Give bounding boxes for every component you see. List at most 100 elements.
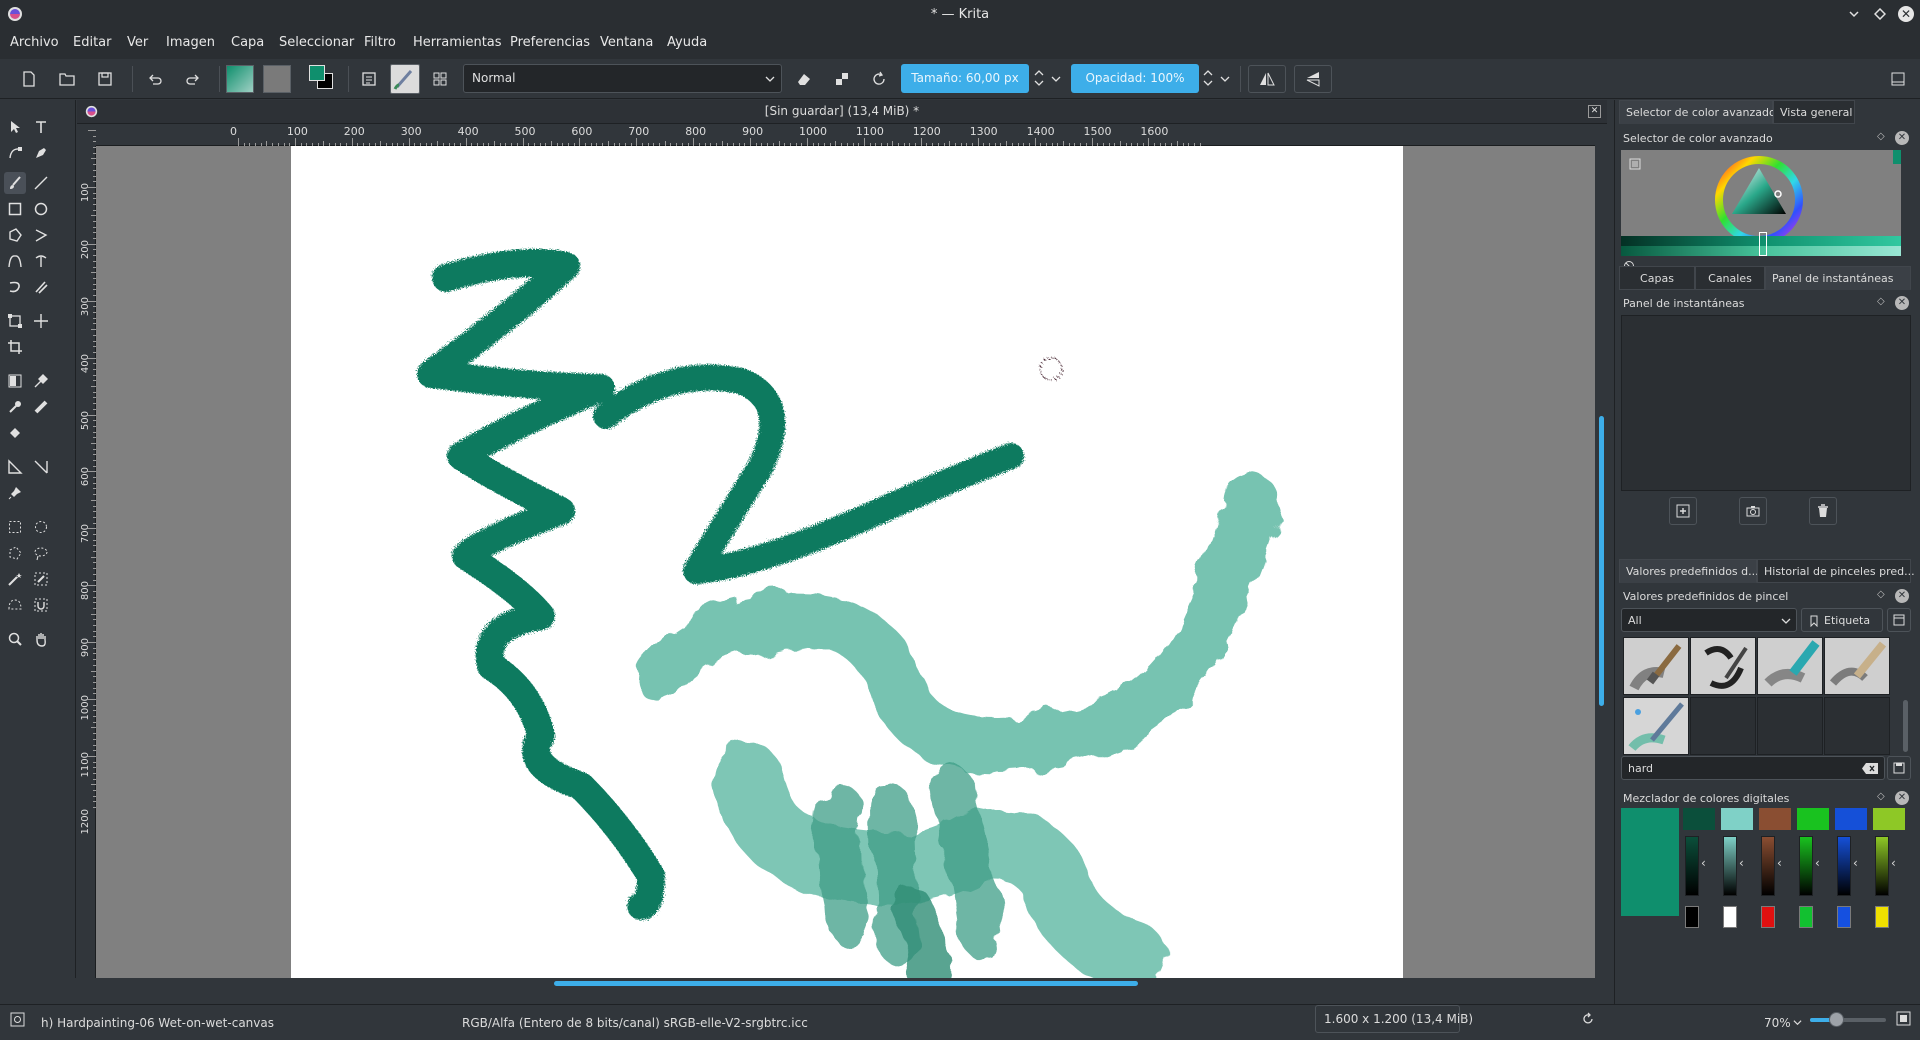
preset-thumbnail-charcoal[interactable] (1623, 637, 1689, 695)
fg-bg-color-button[interactable] (307, 63, 337, 93)
polygon-tool[interactable] (4, 224, 26, 246)
mixer-base-color[interactable] (1685, 906, 1699, 928)
pan-tool[interactable] (30, 628, 52, 650)
mixer-base-color[interactable] (1723, 906, 1737, 928)
minimize-icon[interactable] (1848, 8, 1860, 20)
menu-editar[interactable]: Editar (73, 35, 112, 50)
float-snapshot-icon[interactable]: ◇ (1877, 296, 1885, 307)
mixer-base-color[interactable] (1761, 906, 1775, 928)
mixer-chevron-left-icon[interactable]: ‹ (1853, 856, 1858, 870)
mixer-chevron-left-icon[interactable]: ‹ (1777, 856, 1782, 870)
tab-brush-history[interactable]: Historial de pinceles pred... (1757, 559, 1915, 583)
mixer-chevron-left-icon[interactable]: ‹ (1701, 856, 1706, 870)
float-presets-icon[interactable]: ◇ (1877, 589, 1885, 600)
tab-channels[interactable]: Canales (1695, 266, 1765, 290)
preset-search-field[interactable]: hard (1621, 756, 1885, 780)
select-shapes-tool[interactable] (4, 116, 26, 138)
reference-tool[interactable] (4, 482, 26, 504)
mixer-gradient-slider[interactable] (1761, 836, 1775, 896)
reload-preset-button[interactable] (865, 65, 893, 93)
multibrush-tool[interactable] (30, 276, 52, 298)
preset-thumbnail-blender[interactable] (1690, 637, 1756, 695)
float-mixer-icon[interactable]: ◇ (1877, 791, 1885, 802)
horizontal-scrollbar[interactable] (96, 978, 1595, 989)
angle-tool[interactable] (30, 456, 52, 478)
mixer-chevron-left-icon[interactable]: ‹ (1891, 856, 1896, 870)
menu-ventana[interactable]: Ventana (600, 35, 653, 50)
close-presets-button[interactable]: ✕ (1895, 589, 1909, 603)
tab-brush-presets[interactable]: Valores predefinidos d... (1619, 559, 1759, 583)
open-document-button[interactable] (53, 65, 81, 93)
mixer-base-color[interactable] (1875, 906, 1889, 928)
mixer-base-color[interactable] (1799, 906, 1813, 928)
mixer-swatch[interactable] (1683, 808, 1715, 830)
similar-selection-tool[interactable] (30, 568, 52, 590)
canvas-paper[interactable] (291, 146, 1403, 978)
zoom-slider[interactable] (1810, 1012, 1886, 1027)
close-color-selector-button[interactable]: ✕ (1895, 131, 1909, 145)
line-tool[interactable] (30, 172, 52, 194)
close-window-button[interactable]: ✕ (1898, 6, 1914, 22)
settings-list-icon[interactable] (1629, 158, 1641, 170)
add-snapshot-button[interactable] (1669, 497, 1697, 525)
menu-filtro[interactable]: Filtro (364, 35, 396, 50)
horizontal-scroll-thumb[interactable] (554, 981, 1138, 986)
menu-archivo[interactable]: Archivo (10, 35, 59, 50)
edit-brush-settings-button[interactable] (355, 65, 383, 93)
menu-herramientas[interactable]: Herramientas (413, 35, 502, 50)
mixer-gradient-slider[interactable] (1837, 836, 1851, 896)
menu-imagen[interactable]: Imagen (166, 35, 215, 50)
blend-mode-select[interactable]: Normal (463, 64, 782, 93)
assistant-tool[interactable] (30, 396, 52, 418)
menu-ver[interactable]: Ver (127, 35, 148, 50)
bezier-tool[interactable] (4, 250, 26, 272)
zoom-tool[interactable] (4, 628, 26, 650)
contiguous-selection-tool[interactable] (4, 568, 26, 590)
size-spin-icon[interactable] (1033, 67, 1045, 89)
ellipse-tool[interactable] (30, 198, 52, 220)
pattern-selector-button[interactable] (263, 65, 291, 93)
tab-overview[interactable]: Vista general (1773, 100, 1855, 124)
opacity-spin-icon[interactable] (1202, 67, 1214, 89)
undo-button[interactable] (141, 65, 169, 93)
preset-thumbnail-wet-on-wet[interactable] (1623, 697, 1689, 755)
preset-thumbnail-bristle[interactable] (1824, 637, 1890, 695)
close-snapshot-button[interactable]: ✕ (1895, 296, 1909, 310)
magnetic-selection-tool[interactable] (30, 594, 52, 616)
presets-scroll-thumb[interactable] (1903, 700, 1908, 752)
maximize-icon[interactable] (1874, 8, 1886, 20)
mixer-swatch[interactable] (1759, 808, 1791, 830)
ellipse-selection-tool[interactable] (30, 516, 52, 538)
preserve-alpha-button[interactable] (828, 65, 856, 93)
clear-search-icon[interactable] (1862, 763, 1878, 774)
gradient-tool[interactable] (4, 370, 26, 392)
tab-layers[interactable]: Capas (1619, 266, 1695, 290)
document-tab-title[interactable]: [Sin guardar] (13,4 MiB) * (77, 104, 1607, 118)
mixer-current-color[interactable] (1621, 808, 1679, 916)
freehand-path-tool[interactable] (30, 250, 52, 272)
polyline-tool[interactable] (30, 224, 52, 246)
freehand-brush-tool[interactable] (4, 172, 26, 194)
close-document-button[interactable]: ✕ (1588, 105, 1601, 118)
rect-selection-tool[interactable] (4, 516, 26, 538)
new-document-button[interactable] (15, 65, 43, 93)
image-size-field[interactable]: 1.600 x 1.200 (13,4 MiB) (1315, 1005, 1473, 1033)
freehand-selection-tool[interactable] (30, 542, 52, 564)
preset-filter-select[interactable]: All (1621, 608, 1797, 632)
eraser-mode-button[interactable] (790, 65, 818, 93)
bezier-selection-tool[interactable] (4, 594, 26, 616)
mixer-swatch[interactable] (1873, 808, 1905, 830)
rotate-canvas-icon[interactable] (1581, 1012, 1595, 1026)
edit-shapes-tool[interactable] (4, 142, 26, 164)
delete-snapshot-button[interactable] (1809, 497, 1837, 525)
workspace-chooser-button[interactable] (426, 65, 454, 93)
gradient-selector-button[interactable] (226, 65, 254, 93)
move-tool[interactable] (30, 310, 52, 332)
preset-view-mode-button[interactable] (1887, 608, 1911, 632)
crop-tool[interactable] (4, 336, 26, 358)
zoom-chevron-down-icon[interactable] (1793, 1018, 1802, 1027)
mixer-swatch[interactable] (1835, 808, 1867, 830)
menu-seleccionar[interactable]: Seleccionar (279, 35, 354, 50)
menu-capa[interactable]: Capa (231, 35, 264, 50)
snapshot-list[interactable] (1621, 315, 1911, 491)
